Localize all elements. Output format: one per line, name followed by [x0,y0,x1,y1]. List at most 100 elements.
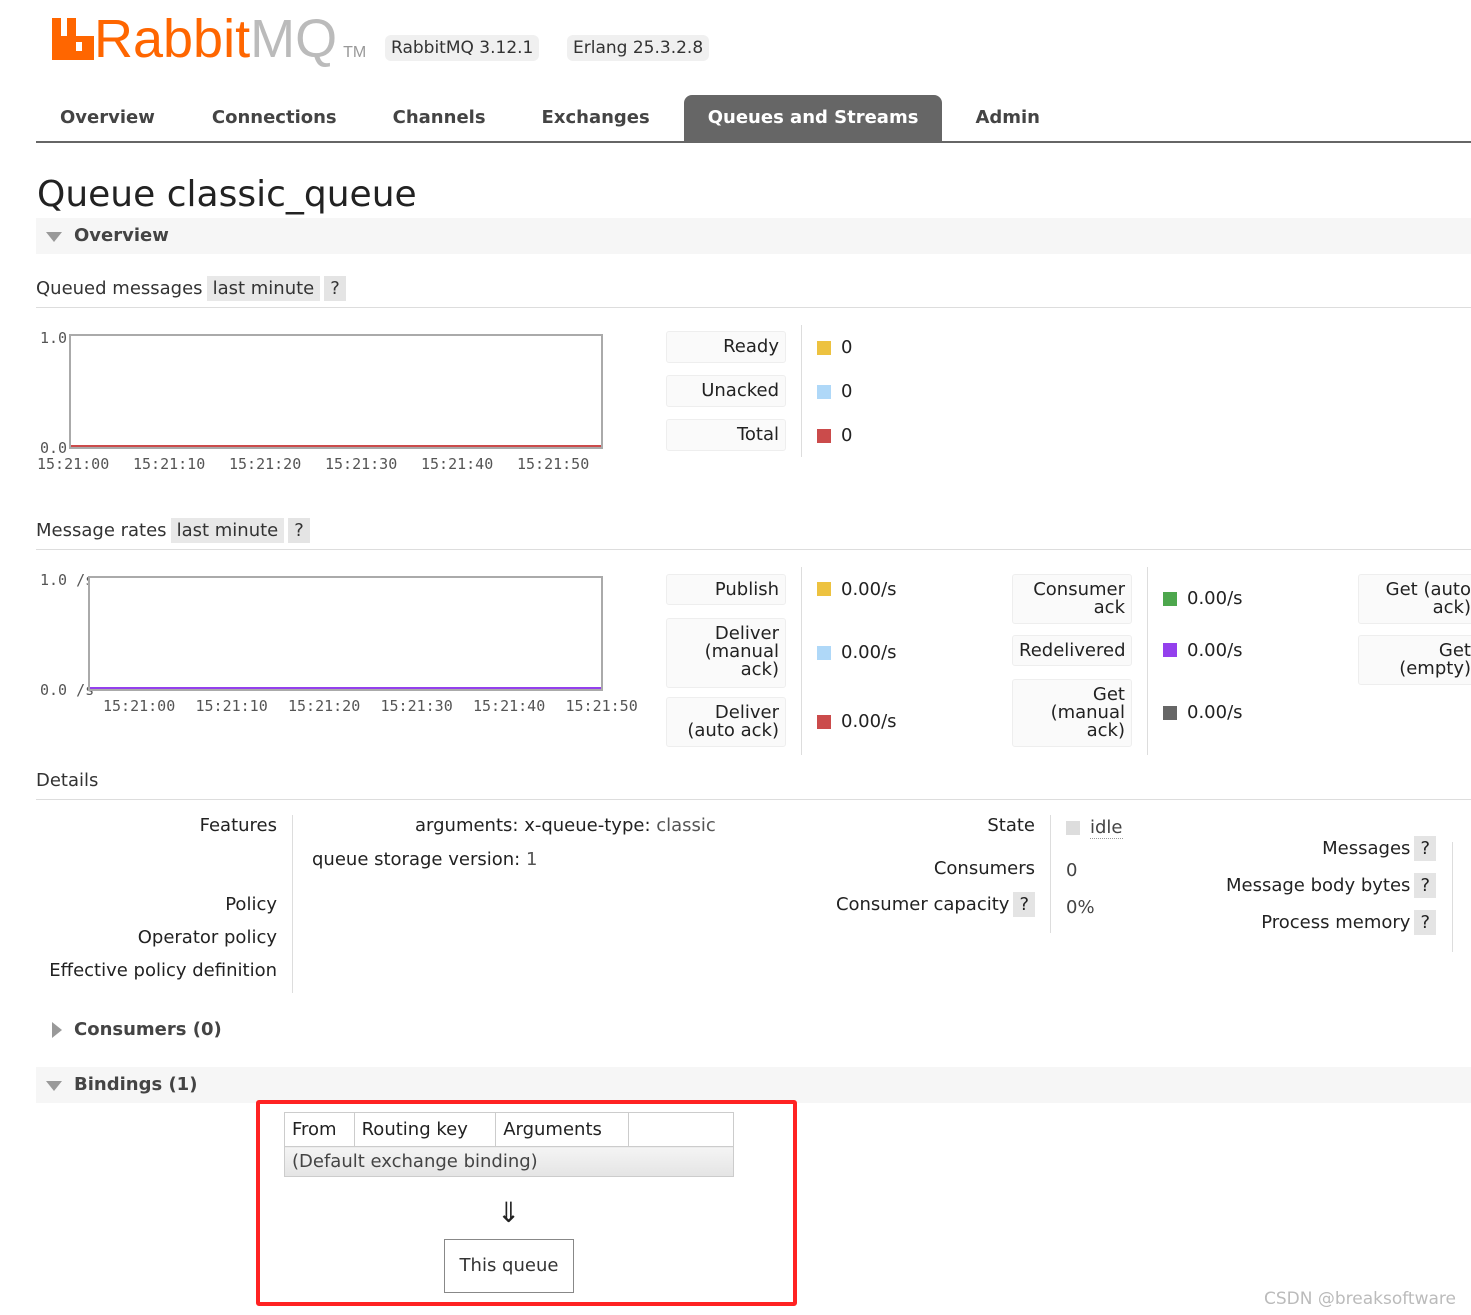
main-nav: Overview Connections Channels Exchanges … [36,95,1471,143]
help-button[interactable]: ? [1414,910,1436,935]
series-line-redelivered [90,687,601,689]
color-swatch [817,582,831,596]
capacity-text: Consumer capacity [835,894,1010,915]
details-title: Details [36,770,99,791]
state-text: idle [1090,817,1123,839]
state-label: State [987,815,1035,836]
rabbitmq-logo[interactable]: Rabbit MQ TM [52,8,366,70]
consumers-label: Consumers [933,858,1035,879]
divider [1452,842,1453,952]
storage-version-key: queue storage version: [312,849,521,870]
tab-admin[interactable]: Admin [942,95,1064,141]
watermark: CSDN @breaksoftware [1263,1289,1456,1309]
value-text: 0 [841,337,853,358]
expanded-triangle-icon [46,232,62,242]
x-tick: 15:21:40 [473,697,546,715]
message-rates-chart [88,576,603,691]
body-bytes-text: Message body bytes [1225,875,1411,896]
version-badge: RabbitMQ 3.12.1 [385,35,540,61]
rate-value: 0.00/s [817,711,897,732]
state-swatch [1066,821,1080,835]
rate-label: Consumer ack [1012,574,1132,624]
x-tick: 15:21:10 [195,697,268,715]
expanded-triangle-icon [46,1081,62,1091]
queue-type-key: x-queue-type: [524,815,651,836]
queued-messages-chart [69,334,603,449]
rate-label: Get (manual ack) [1012,679,1132,747]
stat-label-ready: Ready [666,331,786,363]
divider [801,325,802,457]
color-swatch [817,714,831,729]
divider [801,567,802,755]
messages-label: Messages? [1322,836,1436,861]
value-text: 0 [841,381,853,402]
messages-text: Messages [1322,838,1411,859]
color-swatch [817,340,831,355]
arguments-row: arguments: x-queue-type: classic [415,815,716,836]
help-button[interactable]: ? [1013,892,1035,917]
overview-section-toggle[interactable]: Overview [36,218,1471,254]
help-button[interactable]: ? [288,518,310,543]
divider [1147,567,1148,755]
x-tick: 15:21:30 [325,455,398,473]
rate-label: Get (auto ack) [1358,574,1471,624]
value-text: 0.00/s [1187,702,1243,723]
rate-label: Publish [666,574,786,605]
body-bytes-label: Message body bytes? [1225,873,1436,898]
logo-rabbit: Rabbit [94,9,251,69]
tab-exchanges[interactable]: Exchanges [510,95,674,141]
details-header: Details [36,770,1471,800]
series-line-total [71,445,601,447]
color-swatch [1163,705,1177,720]
rate-value: 0.00/s [1163,588,1243,609]
color-swatch [1163,591,1177,606]
storage-version-value: 1 [525,849,538,870]
section-title: Consumers (0) [74,1019,222,1040]
tab-connections[interactable]: Connections [179,95,361,141]
rate-value: 0.00/s [817,642,897,663]
divider [292,815,293,993]
range-selector[interactable]: last minute [206,276,321,301]
section-title: Bindings (1) [74,1074,198,1095]
tab-channels[interactable]: Channels [361,95,510,141]
effective-policy-label: Effective policy definition [49,960,277,981]
tab-queues-and-streams[interactable]: Queues and Streams [683,95,943,141]
rate-value: 0.00/s [817,579,897,600]
stat-label-unacked: Unacked [666,375,786,407]
tab-overview[interactable]: Overview [36,95,179,141]
stat-value: 0 [817,337,852,358]
bindings-section-toggle[interactable]: Bindings (1) [36,1067,1471,1103]
value-text: 0.00/s [841,578,897,600]
queued-title: Queued messages [36,278,203,299]
y-tick: 1.0 /s [40,571,95,589]
logo-mq: MQ [250,9,338,69]
policy-label: Policy [225,894,277,915]
consumer-capacity-label: Consumer capacity? [835,892,1035,917]
arguments-key: arguments: [415,815,519,836]
x-tick: 15:21:50 [565,697,638,715]
rate-label: Redelivered [1012,635,1132,666]
range-selector[interactable]: last minute [170,518,285,543]
value-text: 0 [841,425,853,446]
color-swatch [1163,643,1177,657]
y-tick: 0.0 /s [40,681,95,699]
x-tick: 15:21:00 [103,697,176,715]
value-text: 0.00/s [1187,588,1243,609]
help-button[interactable]: ? [324,276,346,301]
help-button[interactable]: ? [1414,873,1436,898]
help-button[interactable]: ? [1414,836,1436,861]
color-swatch [817,428,831,443]
message-rates-header: Message rates last minute? [36,518,1471,550]
rate-label: Deliver (manual ack) [666,618,786,688]
rate-value: 0.00/s [1163,640,1243,661]
state-value: idle [1066,817,1123,839]
y-tick: 1.0 [40,329,68,347]
x-tick: 15:21:50 [517,455,590,473]
rates-title: Message rates [36,520,167,541]
divider [1050,815,1051,933]
section-title: Overview [74,225,169,246]
stat-value: 0 [817,381,852,402]
consumers-section-toggle[interactable]: Consumers (0) [36,1012,1471,1048]
process-memory-text: Process memory [1261,912,1411,933]
process-memory-label: Process memory? [1261,910,1436,935]
